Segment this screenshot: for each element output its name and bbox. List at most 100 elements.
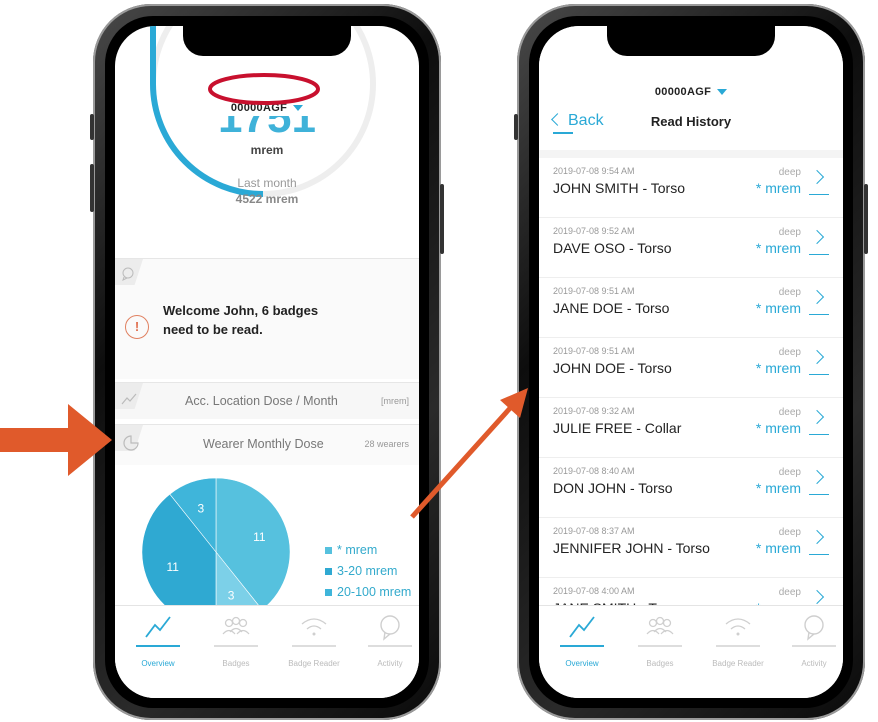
back-underline — [553, 132, 573, 134]
tab-underline — [560, 645, 604, 647]
read-timestamp: 2019-07-08 8:37 AM — [553, 526, 635, 536]
dose-value: * mrem — [755, 480, 801, 496]
tab-badge-reader[interactable]: Badge Reader — [279, 614, 349, 668]
history-list-item[interactable]: 2019-07-08 9:51 AM JANE DOE - Torso deep * … — [539, 278, 843, 338]
chevron-right-icon[interactable] — [809, 166, 829, 195]
read-timestamp: 2019-07-08 9:32 AM — [553, 406, 635, 416]
pie-slice-value: 3 — [198, 502, 205, 516]
tab-overview[interactable]: Overview — [123, 614, 193, 668]
acc-location-unit: [mrem] — [381, 396, 409, 406]
tab-label: Badge Reader — [712, 658, 764, 668]
mute-switch — [514, 114, 518, 140]
people-group-icon — [625, 614, 695, 642]
legend-item: 20-100 mrem — [325, 582, 411, 603]
wearer-count: 28 wearers — [364, 439, 409, 449]
pie-slice-value: 11 — [253, 530, 266, 544]
dose-type-label: deep — [778, 527, 801, 538]
legend-item: * mrem — [325, 540, 411, 561]
chat-bubble-icon — [122, 267, 134, 281]
people-group-icon — [201, 614, 271, 642]
power-button — [440, 184, 444, 254]
dose-value: * mrem — [755, 180, 801, 196]
history-list-item[interactable]: 2019-07-08 8:37 AM JENNIFER JOHN - Torso d… — [539, 518, 843, 578]
legend-swatch — [325, 568, 332, 576]
tab-label: Badges — [646, 658, 674, 668]
chevron-right-icon[interactable] — [809, 286, 829, 315]
dose-type-label: deep — [778, 227, 801, 238]
acc-location-card[interactable]: Acc. Location Dose / Month [mrem] — [115, 382, 419, 419]
wearer-location: JOHN SMITH - Torso — [553, 180, 685, 196]
last-month-value: 4522 mrem — [235, 192, 299, 206]
dose-type-label: deep — [778, 587, 801, 598]
history-list-item[interactable]: 2019-07-08 9:51 AM JOHN DOE - Torso deep * … — [539, 338, 843, 398]
chat-bubble-icon — [355, 614, 419, 642]
tab-underline — [136, 645, 180, 647]
read-timestamp: 2019-07-08 4:00 AM — [553, 586, 635, 596]
read-timestamp: 2019-07-08 9:51 AM — [553, 346, 635, 356]
device-selector[interactable]: 00000AGF — [115, 102, 419, 114]
history-list-item[interactable]: 2019-07-08 8:40 AM DON JOHN - Torso deep * … — [539, 458, 843, 518]
legend-label: 3-20 mrem — [337, 564, 398, 578]
phone-overview: 1751 00000AGF mrem Last month 4522 mrem … — [90, 4, 444, 720]
device-selector[interactable]: 00000AGF — [539, 86, 843, 98]
page-title: Read History — [650, 114, 732, 129]
welcome-card: ! Welcome John, 6 badges need to be read… — [115, 258, 419, 379]
mute-switch — [90, 114, 94, 140]
wearer-location: JANE DOE - Torso — [553, 300, 670, 316]
tab-label: Overview — [141, 658, 175, 668]
tab-underline — [638, 645, 682, 647]
tab-underline — [368, 645, 412, 647]
tab-underline — [792, 645, 836, 647]
tab-activity[interactable]: Activity — [355, 614, 419, 668]
dropdown-caret-icon — [717, 89, 728, 96]
tab-badges[interactable]: Badges — [201, 614, 271, 668]
dose-type-label: deep — [778, 287, 801, 298]
read-timestamp: 2019-07-08 9:52 AM — [553, 226, 635, 236]
dropdown-caret-icon — [293, 105, 304, 112]
tab-badges[interactable]: Badges — [625, 614, 695, 668]
dose-type-label: deep — [778, 347, 801, 358]
pie-slice-value: 3 — [228, 588, 235, 602]
legend-item: 3-20 mrem — [325, 561, 411, 582]
chevron-right-icon[interactable] — [809, 406, 829, 435]
welcome-line-1: Welcome John, 6 badges — [163, 303, 319, 318]
dose-value: * mrem — [755, 240, 801, 256]
dose-type-label: deep — [778, 407, 801, 418]
chevron-right-icon[interactable] — [809, 466, 829, 495]
acc-location-title: Acc. Location Dose / Month — [185, 394, 338, 408]
tab-label: Overview — [565, 658, 599, 668]
chevron-right-icon[interactable] — [809, 526, 829, 555]
dose-value: * mrem — [755, 360, 801, 376]
tab-badge-reader[interactable]: Badge Reader — [703, 614, 773, 668]
overview-screen: 1751 00000AGF mrem Last month 4522 mrem … — [115, 26, 419, 698]
dose-value: * mrem — [755, 540, 801, 556]
welcome-line-2: need to be read. — [163, 322, 263, 337]
chevron-right-icon[interactable] — [809, 226, 829, 255]
legend-swatch — [325, 547, 332, 555]
wearer-location: DON JOHN - Torso — [553, 480, 673, 496]
last-month-label: Last month — [237, 176, 297, 190]
legend-label: 20-100 mrem — [337, 585, 412, 599]
history-list-item[interactable]: 2019-07-08 9:52 AM DAVE OSO - Torso deep * … — [539, 218, 843, 278]
tab-activity[interactable]: Activity — [779, 614, 843, 668]
tab-label: Activity — [377, 658, 403, 668]
volume-up-button — [90, 164, 94, 212]
chat-bubble-icon — [779, 614, 843, 642]
tab-bar: Overview Badges Badge Reader Activity — [115, 605, 419, 698]
read-timestamp: 2019-07-08 9:51 AM — [553, 286, 635, 296]
read-history-screen: 00000AGF Back Read History 2019-07-08 9:… — [539, 26, 843, 698]
wifi-signal-icon — [703, 614, 773, 642]
tab-label: Badge Reader — [288, 658, 340, 668]
tab-overview[interactable]: Overview — [547, 614, 617, 668]
device-id-label: 00000AGF — [230, 102, 288, 114]
phone-read-history: 00000AGF Back Read History 2019-07-08 9:… — [514, 4, 868, 720]
wearer-dose-card[interactable]: Wearer Monthly Dose 28 wearers — [115, 424, 419, 465]
history-list-item[interactable]: 2019-07-08 9:32 AM JULIE FREE - Collar dee… — [539, 398, 843, 458]
wifi-signal-icon — [279, 614, 349, 642]
pie-slice-value: 11 — [166, 560, 179, 574]
wearer-dose-title: Wearer Monthly Dose — [203, 437, 324, 451]
wearer-location: JULIE FREE - Collar — [553, 420, 682, 436]
chevron-right-icon[interactable] — [809, 346, 829, 375]
tab-underline — [292, 645, 336, 647]
history-list-item[interactable]: 2019-07-08 9:54 AM JOHN SMITH - Torso deep… — [539, 158, 843, 218]
